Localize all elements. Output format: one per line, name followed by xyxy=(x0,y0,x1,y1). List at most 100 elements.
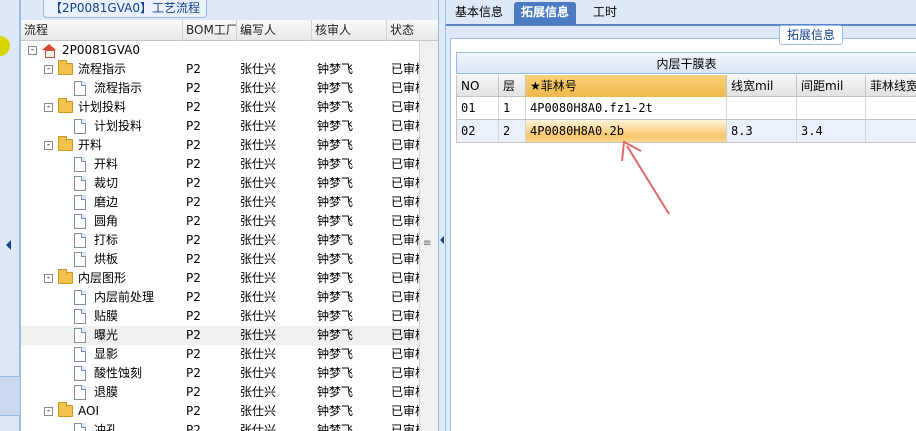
cell-layer[interactable]: 1 xyxy=(499,97,526,119)
collapse-toggle-icon[interactable]: - xyxy=(28,46,37,55)
tree-node[interactable]: 内层前处理 xyxy=(24,288,181,307)
cell-line-width[interactable]: 8.3 xyxy=(727,120,797,142)
collapse-arrow-icon[interactable] xyxy=(440,236,444,244)
tree-row[interactable]: 打标 P2 张仕兴 钟梦飞 已审核 xyxy=(21,231,419,250)
reviewer-cell: 钟梦飞 xyxy=(317,385,354,399)
film-grid-header: NO 层 ★菲林号 线宽mil 间距mil 菲林线宽 xyxy=(456,75,916,97)
tab-work-hours[interactable]: 工时 xyxy=(586,2,624,25)
column-header-line-width[interactable]: 线宽mil xyxy=(727,75,797,97)
tree-row-selected[interactable]: 曝光 P2 张仕兴 钟梦飞 已审核 xyxy=(21,326,419,345)
tree-node[interactable]: - 内层图形 xyxy=(24,269,181,288)
tree-row[interactable]: - 内层图形 P2 张仕兴 钟梦飞 已审核 xyxy=(21,269,419,288)
bom-factory-cell xyxy=(186,41,236,60)
process-tree-panel: 【2P0081GVA0】工艺流程 流程 BOM工厂 编写人 核审人 状态 -2P… xyxy=(20,0,439,431)
cell-layer[interactable]: 2 xyxy=(499,120,526,142)
tree-row[interactable]: - 计划投料 P2 张仕兴 钟梦飞 已审核 xyxy=(21,98,419,117)
collapse-toggle-icon[interactable]: - xyxy=(44,103,53,112)
tree-row[interactable]: 圆角 P2 张仕兴 钟梦飞 已审核 xyxy=(21,212,419,231)
column-header-process[interactable]: 流程 xyxy=(21,20,183,41)
tree-row[interactable]: 开料 P2 张仕兴 钟梦飞 已审核 xyxy=(21,155,419,174)
column-header-status[interactable]: 状态 xyxy=(387,20,439,41)
collapse-knob-icon[interactable] xyxy=(0,36,10,56)
tree-row[interactable]: 内层前处理 P2 张仕兴 钟梦飞 已审核 xyxy=(21,288,419,307)
tree-row[interactable]: 流程指示 P2 张仕兴 钟梦飞 已审核 xyxy=(21,79,419,98)
panel-splitter[interactable] xyxy=(438,0,446,431)
tree-row[interactable]: - 流程指示 P2 张仕兴 钟梦飞 已审核 xyxy=(21,60,419,79)
tree-row[interactable]: 退膜 P2 张仕兴 钟梦飞 已审核 xyxy=(21,383,419,402)
tab-basic-info[interactable]: 基本信息 xyxy=(448,2,510,25)
column-header-film-number[interactable]: ★菲林号 xyxy=(526,75,727,97)
cell-film-number-editing[interactable]: 4P0080H8A0.2b xyxy=(526,120,727,142)
cell-spacing[interactable] xyxy=(797,97,866,119)
cell-no[interactable]: 02 xyxy=(457,120,499,142)
tree-row[interactable]: 裁切 P2 张仕兴 钟梦飞 已审核 xyxy=(21,174,419,193)
tree-row[interactable]: 烘板 P2 张仕兴 钟梦飞 已审核 xyxy=(21,250,419,269)
tree-node[interactable]: 裁切 xyxy=(24,174,181,193)
vertical-scrollbar[interactable] xyxy=(419,41,439,431)
cell-no[interactable]: 01 xyxy=(457,97,499,119)
tree-node-label: 冲孔 xyxy=(94,423,119,431)
column-header-no[interactable]: NO xyxy=(457,75,499,97)
tree-node[interactable]: 计划投料 xyxy=(24,117,181,136)
tab-extended-info[interactable]: 拓展信息 xyxy=(514,2,577,25)
column-header-reviewer[interactable]: 核审人 xyxy=(312,20,387,41)
tree-node-label: 显影 xyxy=(94,347,119,361)
panel-title: 【2P0081GVA0】工艺流程 xyxy=(43,0,207,18)
status-cell: 已审核 xyxy=(391,271,419,285)
tree-node[interactable]: 贴膜 xyxy=(24,307,181,326)
tree-row[interactable]: 贴膜 P2 张仕兴 钟梦飞 已审核 xyxy=(21,307,419,326)
cell-film-line-width[interactable] xyxy=(866,97,916,119)
tree-node[interactable]: 开料 xyxy=(24,155,181,174)
collapse-toggle-icon[interactable]: - xyxy=(44,65,53,74)
writer-cell: 张仕兴 xyxy=(240,404,277,418)
tree-node[interactable]: 酸性蚀刻 xyxy=(24,364,181,383)
cell-line-width[interactable] xyxy=(727,97,797,119)
tree-node[interactable]: 曝光 xyxy=(24,326,181,345)
bom-factory-cell: P2 xyxy=(186,100,201,114)
reviewer-cell: 钟梦飞 xyxy=(317,252,354,266)
tree-row[interactable]: 显影 P2 张仕兴 钟梦飞 已审核 xyxy=(21,345,419,364)
tree-node[interactable]: - 计划投料 xyxy=(24,98,181,117)
reviewer-cell: 钟梦飞 xyxy=(317,119,354,133)
tree-node[interactable]: 流程指示 xyxy=(24,79,181,98)
table-row-selected[interactable]: 02 2 4P0080H8A0.2b 8.3 3.4 xyxy=(456,120,916,143)
tree-node[interactable]: 显影 xyxy=(24,345,181,364)
tree-node[interactable]: 冲孔 xyxy=(24,421,181,431)
tree-row[interactable]: - 2P0081GVA0 xyxy=(21,41,419,60)
column-header-film-line-width[interactable]: 菲林线宽 xyxy=(866,75,916,97)
bom-factory-cell: P2 xyxy=(186,252,201,266)
tree-node[interactable]: 打标 xyxy=(24,231,181,250)
column-header-layer[interactable]: 层 xyxy=(499,75,526,97)
tree-node[interactable]: 退膜 xyxy=(24,383,181,402)
cell-spacing[interactable]: 3.4 xyxy=(797,120,866,142)
tree-row[interactable]: 磨边 P2 张仕兴 钟梦飞 已审核 xyxy=(21,193,419,212)
column-header-bom-factory[interactable]: BOM工厂 xyxy=(183,20,237,41)
column-header-spacing[interactable]: 间距mil xyxy=(797,75,866,97)
tree-node-label: 磨边 xyxy=(94,195,119,209)
tree-row[interactable]: 酸性蚀刻 P2 张仕兴 钟梦飞 已审核 xyxy=(21,364,419,383)
detail-panel: 基本信息 拓展信息 工时 拓展信息 内层干膜表 NO 层 ★菲林号 线宽mil … xyxy=(446,0,916,431)
cell-film-line-width[interactable] xyxy=(866,120,916,142)
collapse-toggle-icon[interactable]: - xyxy=(44,274,53,283)
tree-row[interactable]: 冲孔 P2 张仕兴 钟梦飞 已审核 xyxy=(21,421,419,431)
bom-factory-cell: P2 xyxy=(186,138,201,152)
tree-node[interactable]: - 2P0081GVA0 xyxy=(24,41,181,60)
tree-row[interactable]: 计划投料 P2 张仕兴 钟梦飞 已审核 xyxy=(21,117,419,136)
collapse-toggle-icon[interactable]: - xyxy=(44,141,53,150)
cell-film-number[interactable]: 4P0080H8A0.fz1-2t xyxy=(526,97,727,119)
strip-selected-item[interactable] xyxy=(0,376,20,416)
expand-left-icon[interactable] xyxy=(6,240,11,250)
tree-node[interactable]: 磨边 xyxy=(24,193,181,212)
tree-row[interactable]: - AOI P2 张仕兴 钟梦飞 已审核 xyxy=(21,402,419,421)
tree-node[interactable]: 烘板 xyxy=(24,250,181,269)
table-row[interactable]: 01 1 4P0080H8A0.fz1-2t xyxy=(456,97,916,120)
grip-icon[interactable]: ≡ xyxy=(423,239,433,252)
tree-node-label: 圆角 xyxy=(94,214,119,228)
collapse-toggle-icon[interactable]: - xyxy=(44,407,53,416)
tree-node[interactable]: - 开料 xyxy=(24,136,181,155)
tree-node[interactable]: 圆角 xyxy=(24,212,181,231)
tree-node[interactable]: - 流程指示 xyxy=(24,60,181,79)
tree-row[interactable]: - 开料 P2 张仕兴 钟梦飞 已审核 xyxy=(21,136,419,155)
tree-node[interactable]: - AOI xyxy=(24,402,181,421)
column-header-writer[interactable]: 编写人 xyxy=(237,20,312,41)
